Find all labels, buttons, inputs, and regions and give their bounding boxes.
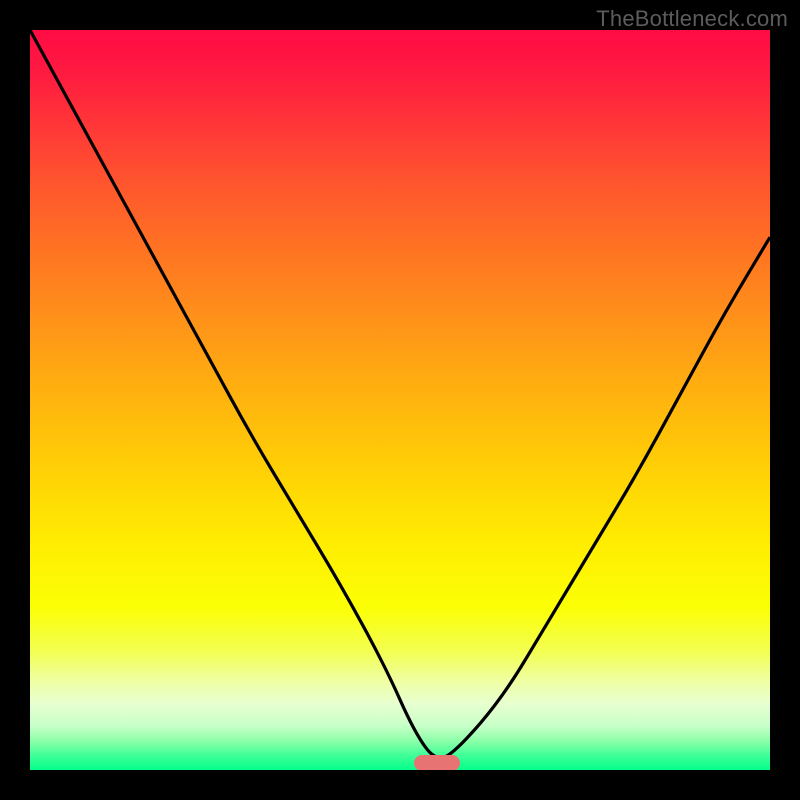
curve-path (30, 30, 770, 758)
optimal-marker (414, 755, 460, 770)
chart-frame: TheBottleneck.com (0, 0, 800, 800)
bottleneck-curve (30, 30, 770, 770)
watermark-text: TheBottleneck.com (596, 6, 788, 32)
plot-area (30, 30, 770, 770)
